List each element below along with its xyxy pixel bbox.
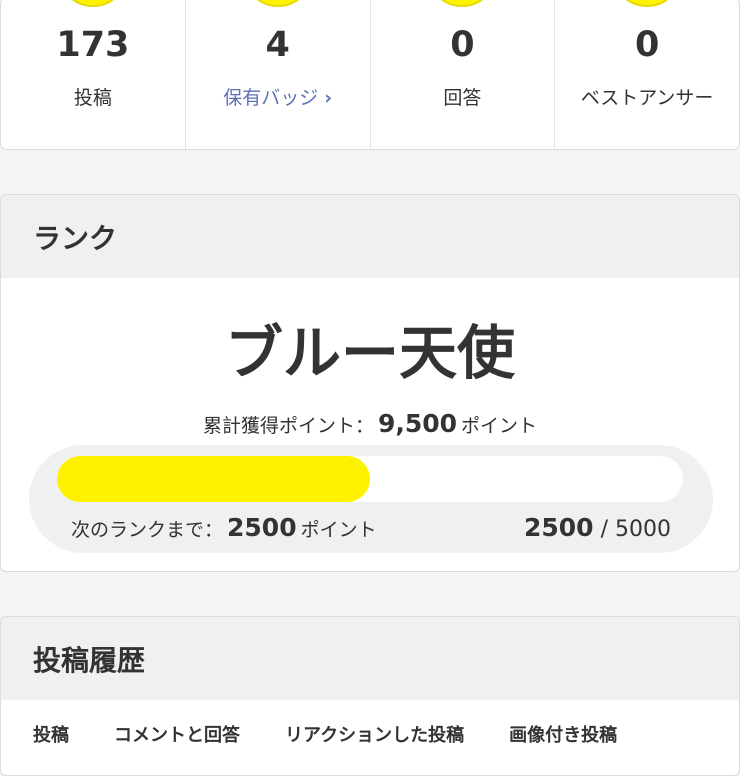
tab-posts[interactable]: 投稿 (33, 721, 69, 747)
owned-badges-link[interactable]: 保有バッジ › (186, 83, 370, 110)
stat-value: 0 (634, 25, 660, 65)
total-points-value: 9,500 (377, 409, 458, 438)
rank-card: ランク ブルー天使 累計獲得ポイント： 9,500 ポイント 次のランクまで： 250… (0, 194, 740, 572)
rank-header: ランク (1, 195, 739, 278)
stat-badge-circle (427, 0, 498, 7)
progress-fill (57, 456, 370, 502)
stat-posts[interactable]: 173 投稿 (1, 0, 186, 149)
progress-separator: / (600, 517, 608, 542)
history-header: 投稿履歴 (1, 617, 739, 700)
progress-max: 5000 (615, 517, 671, 542)
progress-ratio: 2500 / 5000 (524, 513, 671, 542)
stat-badges[interactable]: 4 保有バッジ › (186, 0, 371, 149)
stat-value: 0 (450, 25, 475, 65)
rank-progress: 次のランクまで： 2500 ポイント 2500 / 5000 (29, 445, 713, 553)
tab-reacted-posts[interactable]: リアクションした投稿 (285, 721, 464, 747)
stat-badge-circle (57, 0, 128, 7)
next-rank-label: 次のランクまで： (71, 519, 224, 541)
tab-comments-answers[interactable]: コメントと回答 (114, 721, 240, 747)
chevron-right-icon: › (324, 87, 333, 109)
stat-label: 投稿 (73, 87, 112, 109)
progress-current: 2500 (523, 513, 594, 542)
history-tabs: 投稿 コメントと回答 リアクションした投稿 画像付き投稿 (33, 721, 662, 747)
stat-value: 173 (56, 25, 130, 65)
stat-label: 保有バッジ (223, 87, 319, 109)
point-unit: ポイント (461, 415, 538, 437)
point-unit: ポイント (300, 519, 377, 541)
tab-image-posts[interactable]: 画像付き投稿 (509, 721, 617, 747)
stat-answers[interactable]: 0 回答 (371, 0, 556, 149)
total-points: 累計獲得ポイント： 9,500 ポイント (1, 409, 739, 438)
stat-value: 4 (265, 25, 290, 65)
progress-track (57, 456, 683, 502)
stat-label: ベストアンサー (580, 87, 714, 109)
next-rank-value: 2500 (227, 513, 297, 542)
stat-badge-circle (242, 0, 313, 7)
rank-name: ブルー天使 (224, 319, 515, 387)
post-history-card: 投稿履歴 投稿 コメントと回答 リアクションした投稿 画像付き投稿 (0, 616, 740, 776)
profile-stats: 173 投稿 4 保有バッジ › 0 回答 0 ベストアンサー (0, 0, 740, 150)
stat-best-answers[interactable]: 0 ベストアンサー (555, 0, 739, 149)
total-points-label: 累計獲得ポイント： (202, 415, 374, 437)
stat-label: 回答 (443, 87, 482, 109)
next-rank-info: 次のランクまで： 2500 ポイント (71, 513, 377, 542)
stat-badge-circle (612, 0, 683, 7)
